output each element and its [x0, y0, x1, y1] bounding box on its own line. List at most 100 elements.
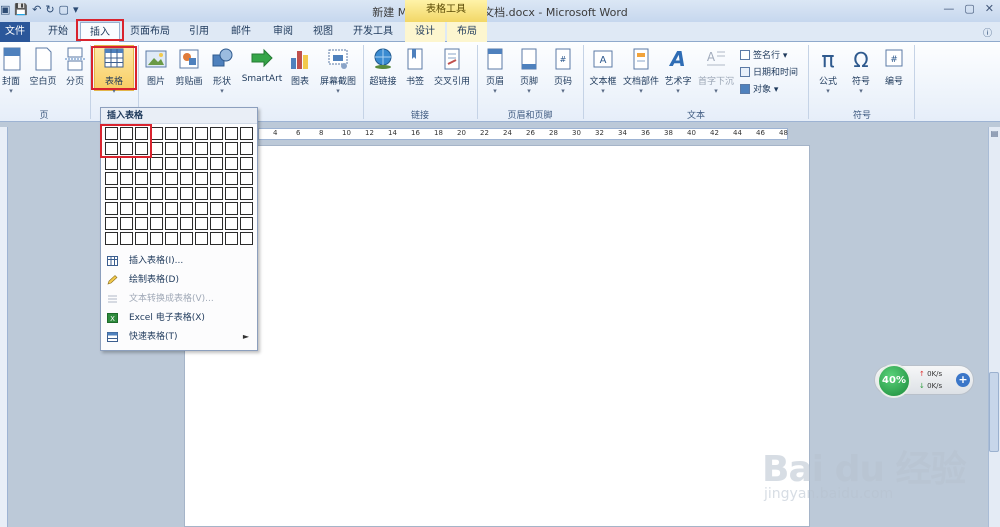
grid-cell[interactable]	[225, 232, 238, 245]
grid-cell[interactable]	[180, 187, 193, 200]
grid-cell[interactable]	[105, 217, 118, 230]
grid-cell[interactable]	[105, 202, 118, 215]
grid-cell[interactable]	[195, 172, 208, 185]
tab-view[interactable]: 视图	[306, 22, 340, 42]
grid-cell[interactable]	[210, 142, 223, 155]
tab-home[interactable]: 开始	[40, 22, 76, 42]
plus-icon[interactable]: +	[956, 373, 970, 387]
date-time-button[interactable]: 日期和时间	[740, 65, 798, 78]
object-button[interactable]: 对象 ▾	[740, 82, 778, 95]
grid-cell[interactable]	[135, 202, 148, 215]
number-button[interactable]: # 编号	[878, 46, 910, 87]
grid-cell[interactable]	[105, 187, 118, 200]
menu-convert-text-to-table[interactable]: 文本转换成表格(V)...	[101, 290, 257, 308]
grid-cell[interactable]	[180, 142, 193, 155]
grid-cell[interactable]	[180, 157, 193, 170]
tab-page-layout[interactable]: 页面布局	[126, 22, 174, 42]
page-number-button[interactable]: # 页码 ▾	[548, 46, 578, 95]
header-button[interactable]: 页眉 ▾	[480, 46, 510, 95]
tab-file[interactable]: 文件	[0, 22, 30, 42]
grid-cell[interactable]	[180, 127, 193, 140]
grid-cell[interactable]	[210, 187, 223, 200]
grid-cell[interactable]	[225, 127, 238, 140]
grid-cell[interactable]	[225, 217, 238, 230]
grid-cell[interactable]	[135, 232, 148, 245]
cover-button[interactable]: 封面 ▾	[0, 46, 22, 95]
tab-review[interactable]: 审阅	[266, 22, 300, 42]
grid-cell[interactable]	[240, 232, 253, 245]
grid-cell[interactable]	[210, 232, 223, 245]
grid-cell[interactable]	[210, 217, 223, 230]
grid-cell[interactable]	[165, 202, 178, 215]
grid-cell[interactable]	[120, 232, 133, 245]
dropcap-button[interactable]: A 首字下沉 ▾	[696, 46, 736, 95]
minimize-icon[interactable]: —	[943, 2, 954, 15]
grid-cell[interactable]	[210, 172, 223, 185]
grid-cell[interactable]	[240, 217, 253, 230]
grid-cell[interactable]	[150, 157, 163, 170]
footer-button[interactable]: 页脚 ▾	[514, 46, 544, 95]
tab-references[interactable]: 引用	[182, 22, 216, 42]
menu-draw-table[interactable]: 绘制表格(D)	[101, 271, 257, 289]
grid-cell[interactable]	[150, 232, 163, 245]
tab-developer[interactable]: 开发工具	[348, 22, 398, 42]
close-icon[interactable]: ✕	[985, 2, 994, 15]
clipart-button[interactable]: 剪贴画	[172, 46, 206, 87]
grid-cell[interactable]	[150, 217, 163, 230]
grid-cell[interactable]	[165, 187, 178, 200]
grid-cell[interactable]	[120, 202, 133, 215]
grid-cell[interactable]	[180, 172, 193, 185]
grid-cell[interactable]	[150, 202, 163, 215]
grid-cell[interactable]	[195, 217, 208, 230]
cross-reference-button[interactable]: 交叉引用	[430, 46, 474, 87]
grid-cell[interactable]	[180, 232, 193, 245]
chart-button[interactable]: 图表	[286, 46, 314, 87]
blank-page-button[interactable]: 空白页	[28, 46, 58, 87]
grid-cell[interactable]	[120, 187, 133, 200]
help-icon[interactable]: ⓘ	[983, 26, 992, 39]
grid-cell[interactable]	[135, 172, 148, 185]
tab-design[interactable]: 设计	[405, 22, 445, 42]
menu-quick-tables[interactable]: 快速表格(T) ►	[101, 328, 257, 346]
grid-cell[interactable]	[105, 232, 118, 245]
textbox-button[interactable]: A 文本框 ▾	[586, 46, 620, 95]
grid-cell[interactable]	[165, 142, 178, 155]
symbol-button[interactable]: Ω 符号 ▾	[846, 46, 876, 95]
grid-cell[interactable]	[240, 187, 253, 200]
grid-cell[interactable]	[210, 127, 223, 140]
grid-cell[interactable]	[135, 187, 148, 200]
quick-parts-button[interactable]: 文档部件 ▾	[622, 46, 660, 95]
shapes-button[interactable]: 形状 ▾	[208, 46, 236, 95]
document-page[interactable]	[184, 145, 810, 527]
grid-cell[interactable]	[120, 157, 133, 170]
menu-excel-spreadsheet[interactable]: X Excel 电子表格(X)	[101, 309, 257, 327]
hyperlink-button[interactable]: 超链接	[366, 46, 400, 87]
grid-cell[interactable]	[135, 157, 148, 170]
equation-button[interactable]: π 公式 ▾	[812, 46, 844, 95]
tab-layout[interactable]: 布局	[447, 22, 487, 42]
ruler-toggle-icon[interactable]: ▤	[989, 129, 1000, 139]
grid-cell[interactable]	[210, 157, 223, 170]
bookmark-button[interactable]: 书签	[402, 46, 428, 87]
tab-mailings[interactable]: 邮件	[224, 22, 258, 42]
smartart-button[interactable]: SmartArt	[240, 46, 284, 84]
grid-cell[interactable]	[180, 217, 193, 230]
screenshot-button[interactable]: 屏幕截图 ▾	[316, 46, 360, 95]
grid-cell[interactable]	[195, 202, 208, 215]
grid-cell[interactable]	[150, 172, 163, 185]
network-speed-widget[interactable]: 40% ↑ 0K/s ↓ 0K/s +	[874, 364, 974, 398]
grid-cell[interactable]	[195, 142, 208, 155]
grid-cell[interactable]	[105, 172, 118, 185]
grid-cell[interactable]	[195, 187, 208, 200]
grid-cell[interactable]	[195, 157, 208, 170]
grid-cell[interactable]	[180, 202, 193, 215]
grid-cell[interactable]	[165, 217, 178, 230]
grid-cell[interactable]	[225, 157, 238, 170]
grid-cell[interactable]	[165, 232, 178, 245]
grid-cell[interactable]	[150, 187, 163, 200]
wordart-button[interactable]: A 艺术字 ▾	[662, 46, 694, 95]
signature-line-button[interactable]: 签名行 ▾	[740, 48, 787, 61]
grid-cell[interactable]	[240, 127, 253, 140]
grid-cell[interactable]	[225, 142, 238, 155]
grid-cell[interactable]	[165, 127, 178, 140]
